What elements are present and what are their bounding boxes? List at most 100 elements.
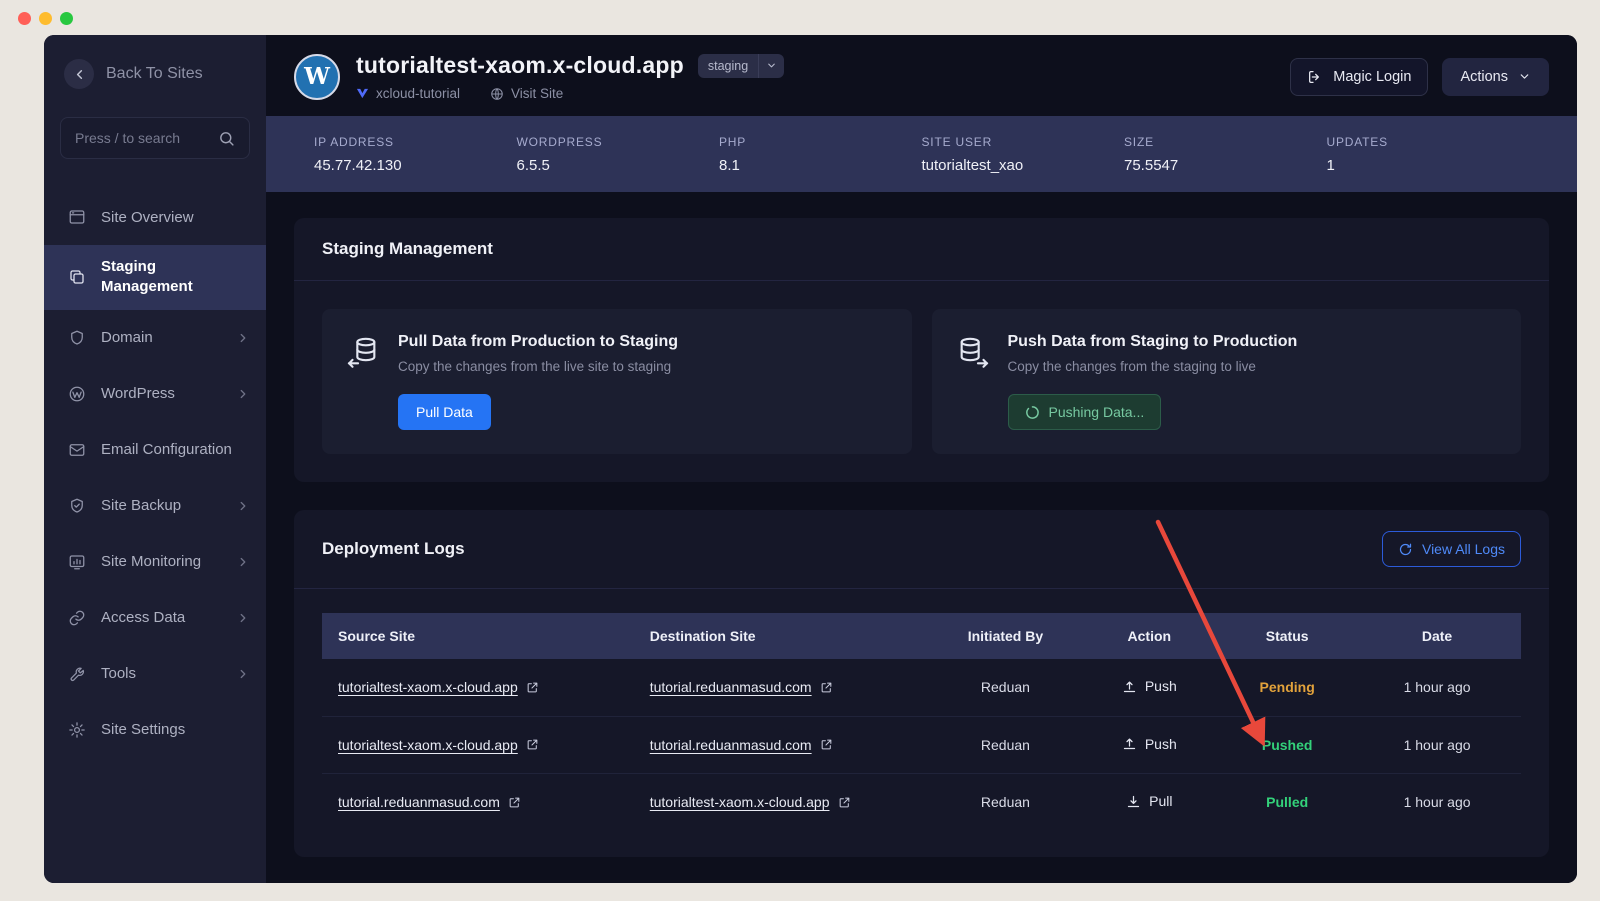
destination-site-link[interactable]: tutorial.reduanmasud.com bbox=[650, 737, 833, 753]
sidebar: Back To Sites Site Overview Staging Mana… bbox=[44, 35, 266, 883]
info-site-user: SITE USER tutorialtest_xao bbox=[922, 135, 1125, 174]
email-icon bbox=[68, 441, 87, 459]
sidebar-item-site-overview[interactable]: Site Overview bbox=[44, 189, 266, 245]
initiated-by-cell: Reduan bbox=[933, 774, 1077, 831]
destination-site-link[interactable]: tutorialtest-xaom.x-cloud.app bbox=[650, 794, 851, 810]
view-all-logs-label: View All Logs bbox=[1422, 541, 1505, 557]
back-to-sites[interactable]: Back To Sites bbox=[44, 35, 266, 89]
visit-site-link[interactable]: Visit Site bbox=[490, 86, 563, 101]
pull-data-title: Pull Data from Production to Staging bbox=[398, 333, 678, 351]
chevron-down-icon[interactable] bbox=[758, 54, 784, 78]
access-data-icon bbox=[68, 609, 87, 627]
magic-login-button[interactable]: Magic Login bbox=[1290, 58, 1428, 96]
date-cell: 1 hour ago bbox=[1353, 716, 1521, 774]
destination-site-link[interactable]: tutorial.reduanmasud.com bbox=[650, 679, 833, 695]
info-wordpress-version: WORDPRESS 6.5.5 bbox=[517, 135, 720, 174]
pull-action-icon bbox=[1126, 794, 1141, 809]
back-to-sites-label: Back To Sites bbox=[106, 65, 203, 83]
source-site-link[interactable]: tutorial.reduanmasud.com bbox=[338, 794, 521, 810]
action-label: Pull bbox=[1149, 793, 1172, 809]
info-label: UPDATES bbox=[1327, 135, 1530, 149]
actions-button[interactable]: Actions bbox=[1442, 58, 1549, 96]
window-controls bbox=[18, 12, 73, 25]
environment-badge[interactable]: staging bbox=[698, 54, 758, 78]
pushing-data-button[interactable]: Pushing Data... bbox=[1008, 394, 1162, 430]
deployment-logs-card: Deployment Logs View All Logs Source Sit… bbox=[294, 510, 1549, 857]
deployment-logs-table: Source Site Destination Site Initiated B… bbox=[322, 613, 1521, 831]
search-input[interactable] bbox=[75, 130, 215, 146]
sidebar-item-domain[interactable]: Domain bbox=[44, 310, 266, 366]
source-site-text: tutorialtest-xaom.x-cloud.app bbox=[338, 737, 518, 753]
pull-data-panel: Pull Data from Production to Staging Cop… bbox=[322, 309, 912, 454]
environment-switcher[interactable]: staging bbox=[698, 54, 784, 78]
push-data-title: Push Data from Staging to Production bbox=[1008, 333, 1298, 351]
zoom-window-button[interactable] bbox=[60, 12, 73, 25]
content-area: Staging Management Pull Data from Produc… bbox=[266, 192, 1577, 883]
tools-icon bbox=[68, 665, 87, 683]
external-link-icon bbox=[526, 681, 539, 694]
chevron-down-icon bbox=[1518, 70, 1531, 83]
team-name: xcloud-tutorial bbox=[376, 86, 460, 101]
source-site-text: tutorial.reduanmasud.com bbox=[338, 794, 500, 810]
spinner-icon bbox=[1025, 405, 1040, 420]
sidebar-item-site-settings[interactable]: Site Settings bbox=[44, 702, 266, 758]
external-link-icon bbox=[838, 796, 851, 809]
info-value: tutorialtest_xao bbox=[922, 157, 1125, 174]
column-date: Date bbox=[1353, 613, 1521, 659]
chevron-right-icon bbox=[236, 667, 250, 681]
minimize-window-button[interactable] bbox=[39, 12, 52, 25]
date-cell: 1 hour ago bbox=[1353, 659, 1521, 716]
destination-site-text: tutorialtest-xaom.x-cloud.app bbox=[650, 794, 830, 810]
source-site-link[interactable]: tutorialtest-xaom.x-cloud.app bbox=[338, 679, 539, 695]
initiated-by-cell: Reduan bbox=[933, 659, 1077, 716]
info-size: SIZE 75.5547 bbox=[1124, 135, 1327, 174]
pull-data-button[interactable]: Pull Data bbox=[398, 394, 491, 430]
staging-management-icon bbox=[68, 268, 87, 286]
sidebar-item-label: Site Overview bbox=[101, 209, 250, 226]
chevron-left-icon[interactable] bbox=[64, 59, 94, 89]
date-cell: 1 hour ago bbox=[1353, 774, 1521, 831]
chevron-right-icon bbox=[236, 555, 250, 569]
header-actions: Magic Login Actions bbox=[1290, 58, 1549, 96]
info-label: PHP bbox=[719, 135, 922, 149]
external-link-icon bbox=[820, 681, 833, 694]
sidebar-item-site-monitoring[interactable]: Site Monitoring bbox=[44, 534, 266, 590]
chevron-right-icon bbox=[236, 387, 250, 401]
sidebar-search[interactable] bbox=[60, 117, 250, 159]
refresh-icon bbox=[1398, 542, 1413, 557]
globe-icon bbox=[490, 87, 504, 101]
sidebar-item-staging-management[interactable]: Staging Management bbox=[44, 245, 266, 310]
wordpress-icon bbox=[68, 385, 87, 403]
info-label: SIZE bbox=[1124, 135, 1327, 149]
sidebar-item-label: Site Backup bbox=[101, 497, 222, 514]
view-all-logs-button[interactable]: View All Logs bbox=[1382, 531, 1521, 567]
table-header-row: Source Site Destination Site Initiated B… bbox=[322, 613, 1521, 659]
monitoring-icon bbox=[68, 553, 87, 571]
sidebar-item-tools[interactable]: Tools bbox=[44, 646, 266, 702]
column-status: Status bbox=[1221, 613, 1353, 659]
sidebar-item-email-configuration[interactable]: Email Configuration bbox=[44, 422, 266, 478]
column-action: Action bbox=[1077, 613, 1221, 659]
chevron-right-icon bbox=[236, 499, 250, 513]
column-initiated-by: Initiated By bbox=[933, 613, 1077, 659]
external-link-icon bbox=[820, 738, 833, 751]
sidebar-item-label: Staging Management bbox=[101, 257, 213, 298]
sidebar-item-label: Domain bbox=[101, 329, 222, 346]
sidebar-item-access-data[interactable]: Access Data bbox=[44, 590, 266, 646]
search-icon bbox=[218, 130, 235, 147]
sidebar-item-wordpress[interactable]: WordPress bbox=[44, 366, 266, 422]
info-value: 8.1 bbox=[719, 157, 922, 174]
status-badge: Pushed bbox=[1262, 737, 1313, 753]
column-destination-site: Destination Site bbox=[634, 613, 934, 659]
database-pull-icon bbox=[346, 335, 380, 430]
actions-label: Actions bbox=[1460, 69, 1508, 85]
info-updates: UPDATES 1 bbox=[1327, 135, 1530, 174]
wordpress-logo-icon: W bbox=[294, 54, 340, 100]
info-value: 1 bbox=[1327, 157, 1530, 174]
close-window-button[interactable] bbox=[18, 12, 31, 25]
source-site-link[interactable]: tutorialtest-xaom.x-cloud.app bbox=[338, 737, 539, 753]
team-link[interactable]: xcloud-tutorial bbox=[356, 86, 460, 101]
push-action-icon bbox=[1122, 736, 1137, 751]
table-row: tutorial.reduanmasud.com tutorialtest-xa… bbox=[322, 774, 1521, 831]
sidebar-item-site-backup[interactable]: Site Backup bbox=[44, 478, 266, 534]
